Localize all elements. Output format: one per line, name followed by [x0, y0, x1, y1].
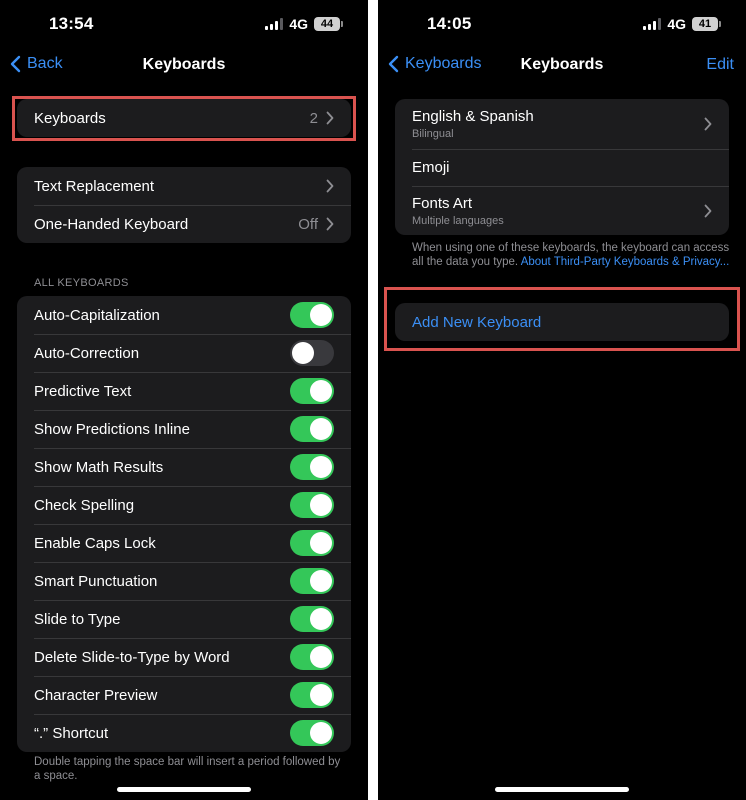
toggle-label: Check Spelling — [34, 496, 135, 514]
toggle-label: Slide to Type — [34, 610, 121, 628]
toggle-label: Auto-Capitalization — [34, 306, 160, 324]
toggle-label: Enable Caps Lock — [34, 534, 156, 552]
highlight-box — [384, 287, 740, 351]
toggle-label: Show Predictions Inline — [34, 420, 190, 438]
keyboard-subtitle: Multiple languages — [412, 214, 504, 227]
home-indicator — [495, 787, 629, 792]
keyboard-name: English & Spanish — [412, 108, 534, 125]
toggle-knob — [310, 494, 332, 516]
keyboard-name: Emoji — [412, 159, 450, 176]
status-time: 13:54 — [49, 14, 94, 33]
status-time: 14:05 — [427, 14, 472, 33]
one-handed-keyboard-row[interactable]: One-Handed Keyboard Off — [17, 205, 351, 243]
toggle-label: Show Math Results — [34, 458, 164, 476]
toggle-knob — [310, 532, 332, 554]
toggle-label: “.” Shortcut — [34, 724, 109, 742]
toggle-label: Smart Punctuation — [34, 572, 158, 590]
toggle-knob — [310, 304, 332, 326]
toggle-row: Character Preview — [17, 676, 351, 714]
toggle-knob — [310, 684, 332, 706]
keyboard-item-english-spanish[interactable]: English & Spanish Bilingual — [395, 99, 729, 149]
keyboard-name: Fonts Art — [412, 194, 473, 212]
privacy-note: When using one of these keyboards, the k… — [412, 241, 738, 269]
keyboard-subtitle: Bilingual — [412, 128, 454, 140]
show-predictions-inline-toggle[interactable] — [290, 416, 334, 442]
row-label: Text Replacement — [34, 177, 155, 195]
enable-caps-lock-toggle[interactable] — [290, 530, 334, 556]
toggle-row: “.” Shortcut — [17, 714, 351, 752]
toggle-row: Auto-Capitalization — [17, 296, 351, 334]
toggle-row: Show Predictions Inline — [17, 410, 351, 448]
toggle-knob — [310, 380, 332, 402]
check-spelling-toggle[interactable] — [290, 492, 334, 518]
navigation-bar: Keyboards Keyboards Edit — [378, 46, 746, 84]
toggle-knob — [310, 456, 332, 478]
cellular-signal-icon — [643, 18, 662, 30]
keyboards-list-screen: 14:05 4G 41 Keyboards Keyboards Edit Eng… — [378, 0, 746, 800]
toggle-row: Smart Punctuation — [17, 562, 351, 600]
page-title: Keyboards — [142, 56, 226, 73]
delete-slide-to-type-toggle[interactable] — [290, 644, 334, 670]
keyboard-settings-screen: 13:54 4G 44 Back Keyboards Keyboards 2 T… — [0, 0, 368, 800]
battery-icon: 44 — [314, 17, 343, 31]
navigation-bar: Back Keyboards — [0, 46, 368, 84]
options-group: Text Replacement One-Handed Keyboard Off — [17, 167, 351, 243]
section-header: ALL KEYBOARDS — [34, 277, 129, 289]
slide-to-type-toggle[interactable] — [290, 606, 334, 632]
keyboard-item-emoji[interactable]: Emoji — [395, 149, 729, 186]
toggle-label: Auto-Correction — [34, 344, 140, 362]
battery-icon: 41 — [692, 17, 721, 31]
toggle-label: Predictive Text — [34, 382, 132, 400]
auto-correction-toggle[interactable] — [290, 340, 334, 366]
auto-capitalization-toggle[interactable] — [290, 302, 334, 328]
predictive-text-toggle[interactable] — [290, 378, 334, 404]
toggle-knob — [310, 570, 332, 592]
row-value: Off — [298, 215, 318, 233]
period-shortcut-footnote: Double tapping the space bar will insert… — [34, 756, 341, 782]
show-math-results-toggle[interactable] — [290, 454, 334, 480]
cellular-signal-icon — [265, 18, 284, 30]
toggle-row: Predictive Text — [17, 372, 351, 410]
toggle-knob — [310, 722, 332, 744]
period-shortcut-toggle[interactable] — [290, 720, 334, 746]
toggle-knob — [310, 418, 332, 440]
toggle-row: Check Spelling — [17, 486, 351, 524]
page-title: Keyboards — [520, 56, 604, 73]
privacy-link[interactable]: About Third-Party Keyboards & Privacy... — [521, 256, 730, 268]
toggle-row: Enable Caps Lock — [17, 524, 351, 562]
toggle-knob — [292, 342, 314, 364]
home-indicator — [117, 787, 251, 792]
keyboard-item-fonts-art[interactable]: Fonts Art Multiple languages — [395, 186, 729, 235]
row-label: One-Handed Keyboard — [34, 215, 189, 233]
network-type: 4G — [667, 16, 686, 32]
toggles-group: Auto-Capitalization Auto-Correction Pred… — [17, 296, 351, 752]
toggle-row: Slide to Type — [17, 600, 351, 638]
toggle-row: Delete Slide-to-Type by Word — [17, 638, 351, 676]
toggle-label: Character Preview — [34, 686, 158, 704]
status-bar: 14:05 4G 41 — [378, 0, 746, 46]
network-type: 4G — [289, 16, 308, 32]
highlight-box — [12, 96, 356, 141]
toggle-row: Show Math Results — [17, 448, 351, 486]
toggle-row: Auto-Correction — [17, 334, 351, 372]
chevron-right-icon — [326, 217, 334, 231]
installed-keyboards-list: English & Spanish Bilingual Emoji Fonts … — [395, 99, 729, 235]
toggle-label: Delete Slide-to-Type by Word — [34, 648, 230, 666]
chevron-right-icon — [326, 179, 334, 193]
chevron-right-icon — [704, 204, 712, 217]
character-preview-toggle[interactable] — [290, 682, 334, 708]
edit-button[interactable]: Edit — [706, 56, 734, 74]
toggle-knob — [310, 646, 332, 668]
text-replacement-row[interactable]: Text Replacement — [17, 167, 351, 205]
status-bar: 13:54 4G 44 — [0, 0, 368, 46]
chevron-right-icon — [704, 117, 712, 131]
toggle-knob — [310, 608, 332, 630]
smart-punctuation-toggle[interactable] — [290, 568, 334, 594]
